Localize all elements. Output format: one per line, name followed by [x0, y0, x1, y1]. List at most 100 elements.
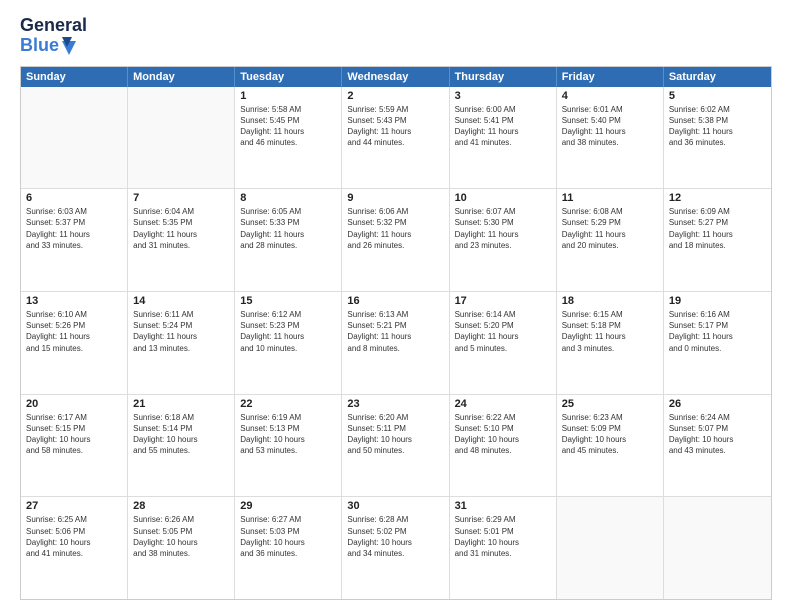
- cell-info: Sunrise: 6:09 AMSunset: 5:27 PMDaylight:…: [669, 206, 766, 251]
- calendar-cell: 30Sunrise: 6:28 AMSunset: 5:02 PMDayligh…: [342, 497, 449, 599]
- cell-info: Sunrise: 6:28 AMSunset: 5:02 PMDaylight:…: [347, 514, 443, 559]
- cell-info: Sunrise: 6:18 AMSunset: 5:14 PMDaylight:…: [133, 412, 229, 457]
- header-cell-friday: Friday: [557, 67, 664, 87]
- day-number: 6: [26, 192, 122, 204]
- calendar-cell: 17 Sunrise: 6:14 AMSunset: 5:20 PMDayligh…: [450, 292, 557, 394]
- calendar-header: SundayMondayTuesdayWednesdayThursdayFrid…: [21, 67, 771, 87]
- day-number: 24: [455, 398, 551, 410]
- cell-info: Sunrise: 6:03 AMSunset: 5:37 PMDaylight:…: [26, 206, 122, 251]
- calendar-cell: 29 Sunrise: 6:27 AMSunset: 5:03 PMDayligh…: [235, 497, 342, 599]
- day-number: 25: [562, 398, 658, 410]
- cell-info: Sunrise: 6:14 AMSunset: 5:20 PMDaylight:…: [455, 309, 551, 354]
- calendar-cell: 13Sunrise: 6:10 AMSunset: 5:26 PMDayligh…: [21, 292, 128, 394]
- cell-info: Sunrise: 6:26 AMSunset: 5:05 PMDaylight:…: [133, 514, 229, 559]
- cell-info: Sunrise: 6:20 AMSunset: 5:11 PMDaylight:…: [347, 412, 443, 457]
- calendar-cell: 3Sunrise: 6:00 AMSunset: 5:41 PMDaylight…: [450, 87, 557, 189]
- day-number: 26: [669, 398, 766, 410]
- cell-info: Sunrise: 6:23 AMSunset: 5:09 PMDaylight:…: [562, 412, 658, 457]
- calendar-cell: 31Sunrise: 6:29 AMSunset: 5:01 PMDayligh…: [450, 497, 557, 599]
- calendar-cell: 19 Sunrise: 6:16 AMSunset: 5:17 PMDayligh…: [664, 292, 771, 394]
- day-number: 3: [455, 90, 551, 102]
- calendar-cell: [21, 87, 128, 189]
- calendar-row-4: 20 Sunrise: 6:17 AMSunset: 5:15 PMDayligh…: [21, 395, 771, 498]
- calendar-cell: [664, 497, 771, 599]
- cell-info: Sunrise: 6:08 AMSunset: 5:29 PMDaylight:…: [562, 206, 658, 251]
- cell-info: Sunrise: 6:01 AMSunset: 5:40 PMDaylight:…: [562, 104, 658, 149]
- cell-info: Sunrise: 6:24 AMSunset: 5:07 PMDaylight:…: [669, 412, 766, 457]
- calendar: SundayMondayTuesdayWednesdayThursdayFrid…: [20, 66, 772, 600]
- day-number: 20: [26, 398, 122, 410]
- cell-info: Sunrise: 5:58 AMSunset: 5:45 PMDaylight:…: [240, 104, 336, 149]
- header-cell-thursday: Thursday: [450, 67, 557, 87]
- calendar-cell: 20 Sunrise: 6:17 AMSunset: 5:15 PMDayligh…: [21, 395, 128, 497]
- day-number: 19: [669, 295, 766, 307]
- day-number: 27: [26, 500, 122, 512]
- calendar-cell: 5Sunrise: 6:02 AMSunset: 5:38 PMDaylight…: [664, 87, 771, 189]
- cell-info: Sunrise: 6:11 AMSunset: 5:24 PMDaylight:…: [133, 309, 229, 354]
- cell-info: Sunrise: 6:04 AMSunset: 5:35 PMDaylight:…: [133, 206, 229, 251]
- day-number: 28: [133, 500, 229, 512]
- day-number: 11: [562, 192, 658, 204]
- calendar-cell: 16 Sunrise: 6:13 AMSunset: 5:21 PMDayligh…: [342, 292, 449, 394]
- day-number: 31: [455, 500, 551, 512]
- day-number: 12: [669, 192, 766, 204]
- calendar-cell: [128, 87, 235, 189]
- day-number: 21: [133, 398, 229, 410]
- calendar-cell: 23Sunrise: 6:20 AMSunset: 5:11 PMDayligh…: [342, 395, 449, 497]
- page: General Blue SundayMondayTuesdayWednesda…: [0, 0, 792, 612]
- calendar-cell: 27 Sunrise: 6:25 AMSunset: 5:06 PMDayligh…: [21, 497, 128, 599]
- cell-info: Sunrise: 6:19 AMSunset: 5:13 PMDaylight:…: [240, 412, 336, 457]
- cell-info: Sunrise: 6:02 AMSunset: 5:38 PMDaylight:…: [669, 104, 766, 149]
- day-number: 17: [455, 295, 551, 307]
- cell-info: Sunrise: 6:16 AMSunset: 5:17 PMDaylight:…: [669, 309, 766, 354]
- cell-info: Sunrise: 6:13 AMSunset: 5:21 PMDaylight:…: [347, 309, 443, 354]
- day-number: 2: [347, 90, 443, 102]
- calendar-cell: 22 Sunrise: 6:19 AMSunset: 5:13 PMDayligh…: [235, 395, 342, 497]
- day-number: 9: [347, 192, 443, 204]
- calendar-cell: 14 Sunrise: 6:11 AMSunset: 5:24 PMDayligh…: [128, 292, 235, 394]
- header-cell-tuesday: Tuesday: [235, 67, 342, 87]
- calendar-row-1: 1 Sunrise: 5:58 AMSunset: 5:45 PMDaylight…: [21, 87, 771, 190]
- logo: General Blue: [20, 16, 87, 56]
- cell-info: Sunrise: 6:06 AMSunset: 5:32 PMDaylight:…: [347, 206, 443, 251]
- calendar-cell: 12 Sunrise: 6:09 AMSunset: 5:27 PMDayligh…: [664, 189, 771, 291]
- calendar-cell: 26 Sunrise: 6:24 AMSunset: 5:07 PMDayligh…: [664, 395, 771, 497]
- calendar-cell: 25 Sunrise: 6:23 AMSunset: 5:09 PMDayligh…: [557, 395, 664, 497]
- cell-info: Sunrise: 6:27 AMSunset: 5:03 PMDaylight:…: [240, 514, 336, 559]
- calendar-cell: 28 Sunrise: 6:26 AMSunset: 5:05 PMDayligh…: [128, 497, 235, 599]
- day-number: 10: [455, 192, 551, 204]
- calendar-cell: 1 Sunrise: 5:58 AMSunset: 5:45 PMDaylight…: [235, 87, 342, 189]
- day-number: 18: [562, 295, 658, 307]
- calendar-cell: 2Sunrise: 5:59 AMSunset: 5:43 PMDaylight…: [342, 87, 449, 189]
- day-number: 7: [133, 192, 229, 204]
- calendar-row-3: 13Sunrise: 6:10 AMSunset: 5:26 PMDayligh…: [21, 292, 771, 395]
- header-cell-saturday: Saturday: [664, 67, 771, 87]
- day-number: 29: [240, 500, 336, 512]
- cell-info: Sunrise: 6:17 AMSunset: 5:15 PMDaylight:…: [26, 412, 122, 457]
- calendar-cell: 7 Sunrise: 6:04 AMSunset: 5:35 PMDaylight…: [128, 189, 235, 291]
- calendar-row-5: 27 Sunrise: 6:25 AMSunset: 5:06 PMDayligh…: [21, 497, 771, 599]
- calendar-cell: 24 Sunrise: 6:22 AMSunset: 5:10 PMDayligh…: [450, 395, 557, 497]
- calendar-cell: [557, 497, 664, 599]
- day-number: 13: [26, 295, 122, 307]
- calendar-cell: 21 Sunrise: 6:18 AMSunset: 5:14 PMDayligh…: [128, 395, 235, 497]
- cell-info: Sunrise: 6:15 AMSunset: 5:18 PMDaylight:…: [562, 309, 658, 354]
- calendar-row-2: 6 Sunrise: 6:03 AMSunset: 5:37 PMDaylight…: [21, 189, 771, 292]
- day-number: 4: [562, 90, 658, 102]
- logo-blue: Blue: [20, 36, 87, 56]
- calendar-cell: 4 Sunrise: 6:01 AMSunset: 5:40 PMDaylight…: [557, 87, 664, 189]
- day-number: 16: [347, 295, 443, 307]
- logo-arrow-icon: [62, 37, 76, 55]
- cell-info: Sunrise: 6:07 AMSunset: 5:30 PMDaylight:…: [455, 206, 551, 251]
- header-cell-monday: Monday: [128, 67, 235, 87]
- calendar-cell: 8Sunrise: 6:05 AMSunset: 5:33 PMDaylight…: [235, 189, 342, 291]
- cell-info: Sunrise: 6:22 AMSunset: 5:10 PMDaylight:…: [455, 412, 551, 457]
- header-cell-wednesday: Wednesday: [342, 67, 449, 87]
- day-number: 22: [240, 398, 336, 410]
- header-cell-sunday: Sunday: [21, 67, 128, 87]
- calendar-cell: 11 Sunrise: 6:08 AMSunset: 5:29 PMDayligh…: [557, 189, 664, 291]
- calendar-cell: 9 Sunrise: 6:06 AMSunset: 5:32 PMDaylight…: [342, 189, 449, 291]
- day-number: 1: [240, 90, 336, 102]
- cell-info: Sunrise: 6:25 AMSunset: 5:06 PMDaylight:…: [26, 514, 122, 559]
- day-number: 14: [133, 295, 229, 307]
